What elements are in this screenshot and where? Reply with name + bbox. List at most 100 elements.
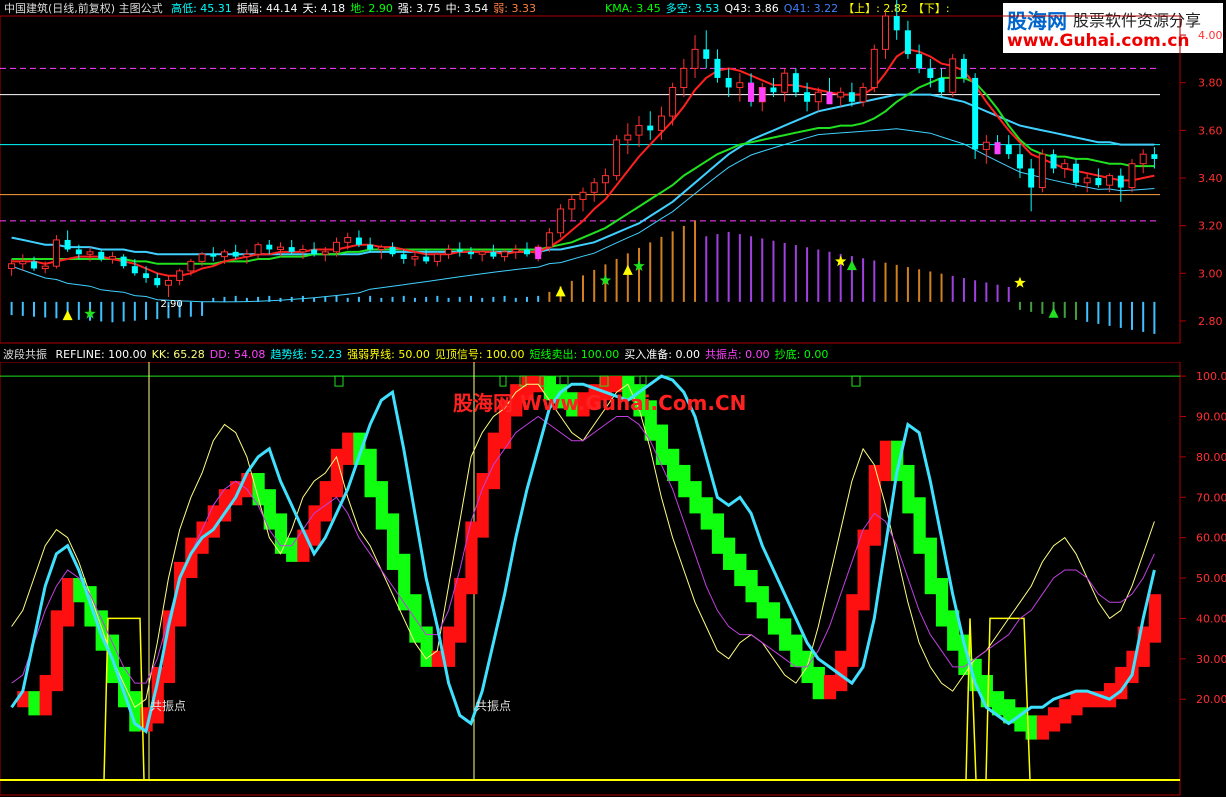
candle-body	[1151, 154, 1158, 159]
signal-triangle	[62, 310, 73, 321]
histogram-bar	[10, 301, 13, 316]
histogram-bar	[817, 249, 820, 302]
histogram-bar	[806, 247, 809, 302]
candle-body	[154, 278, 161, 286]
momentum-bar	[17, 691, 30, 708]
momentum-bar	[39, 674, 52, 716]
main-ytick-label: 3.80	[1198, 77, 1223, 90]
histogram-bar	[828, 251, 831, 302]
signal-block	[499, 375, 507, 387]
histogram-bar	[1063, 301, 1066, 318]
histogram-bar	[21, 301, 24, 316]
candle-body-highlight	[994, 142, 1001, 155]
momentum-bar	[812, 666, 825, 700]
candle-body	[41, 265, 49, 270]
histogram-bar	[548, 291, 551, 302]
sub-value-7: 买入准备: 0.00	[624, 348, 700, 361]
momentum-bar	[678, 464, 691, 498]
histogram-bar	[33, 301, 36, 317]
candle-body	[276, 246, 284, 250]
histogram-bar	[402, 295, 405, 302]
main-ytick-label: 3.00	[1198, 267, 1223, 280]
histogram-bar	[974, 280, 977, 302]
histogram-bar	[212, 297, 215, 302]
price-chart[interactable]: 4.003.803.603.403.203.002.804.182.90	[0, 0, 1226, 345]
momentum-bar	[1047, 707, 1061, 732]
histogram-bar	[638, 247, 641, 302]
momentum-bar	[28, 691, 41, 716]
histogram-bar	[694, 220, 697, 302]
candle-body	[19, 260, 27, 265]
candle-body	[601, 175, 609, 184]
candle-body	[1083, 177, 1091, 184]
candle-body	[579, 191, 587, 200]
sub-ytick-label: 90.00	[1196, 410, 1226, 423]
candle-body	[445, 248, 453, 255]
candle-body	[254, 244, 262, 255]
histogram-bar	[189, 301, 192, 317]
histogram-bar	[750, 236, 753, 302]
histogram-bar	[962, 278, 965, 302]
candle-body	[960, 58, 967, 78]
candle-body	[143, 273, 150, 279]
momentum-bar	[1148, 594, 1161, 643]
candle-body	[848, 92, 855, 102]
sub-value-6: 短线卖出: 100.00	[529, 348, 620, 361]
momentum-bar	[454, 578, 467, 643]
candle-body	[523, 249, 530, 255]
momentum-bar	[50, 610, 64, 692]
momentum-bar	[734, 553, 747, 587]
histogram-bar	[783, 242, 786, 302]
histogram-bar	[503, 295, 506, 302]
histogram-bar	[425, 296, 428, 302]
histogram-bar	[1097, 301, 1100, 324]
sub-value-1: KK: 65.28	[151, 348, 205, 361]
candle-body	[1106, 175, 1114, 186]
histogram-bar	[1153, 301, 1156, 334]
histogram-bar	[391, 296, 394, 302]
resonance-label-2: 共振点	[475, 699, 512, 713]
momentum-bar	[745, 569, 758, 603]
histogram-bar	[100, 301, 103, 322]
oscillator-chart[interactable]: 100.0 90.00 80.00 70.00 60.00 50.00 40.00 30.00…	[0, 362, 1226, 797]
momentum-bar	[767, 602, 781, 635]
main-ytick-label: 2.80	[1198, 315, 1223, 328]
sub-ytick-label: 80.00	[1196, 451, 1226, 464]
histogram-bar	[682, 225, 685, 302]
candle-body	[164, 279, 172, 286]
signal-star	[1014, 276, 1026, 288]
sub-value-3: 趋势线: 52.23	[270, 348, 343, 361]
momentum-bar	[689, 481, 702, 514]
candle-body	[423, 256, 430, 262]
candle-body	[691, 48, 699, 69]
candle-body	[52, 239, 60, 267]
histogram-bar	[738, 234, 741, 302]
main-ytick-label: 3.40	[1198, 172, 1223, 185]
sub-indicator-values: REFLINE: 100.00 KK: 65.28 DD: 54.08 趋势线: 52…	[56, 348, 834, 361]
histogram-bar	[727, 231, 730, 302]
histogram-bar	[884, 262, 887, 302]
candle-body	[266, 244, 273, 250]
histogram-bar	[570, 280, 573, 302]
histogram-bar	[996, 284, 999, 302]
momentum-bar	[62, 578, 75, 627]
candle-body	[232, 251, 239, 257]
candle-body	[657, 115, 665, 131]
histogram-bar	[44, 301, 47, 318]
signal-triangle	[622, 264, 633, 275]
histogram-bar	[615, 258, 618, 302]
momentum-bar	[398, 553, 411, 611]
candle-body	[870, 48, 878, 88]
momentum-bar	[286, 537, 299, 562]
candle-body	[949, 58, 957, 93]
candle-body	[131, 266, 138, 274]
candle-body	[1072, 163, 1079, 183]
candle-body	[311, 249, 318, 255]
sub-ytick-label: 100.0	[1196, 370, 1226, 383]
momentum-bar	[913, 497, 926, 554]
candle-body	[433, 253, 441, 262]
candle-body	[972, 77, 979, 150]
candle-body	[478, 251, 486, 255]
momentum-bar	[902, 464, 915, 514]
histogram-bar	[929, 271, 932, 302]
